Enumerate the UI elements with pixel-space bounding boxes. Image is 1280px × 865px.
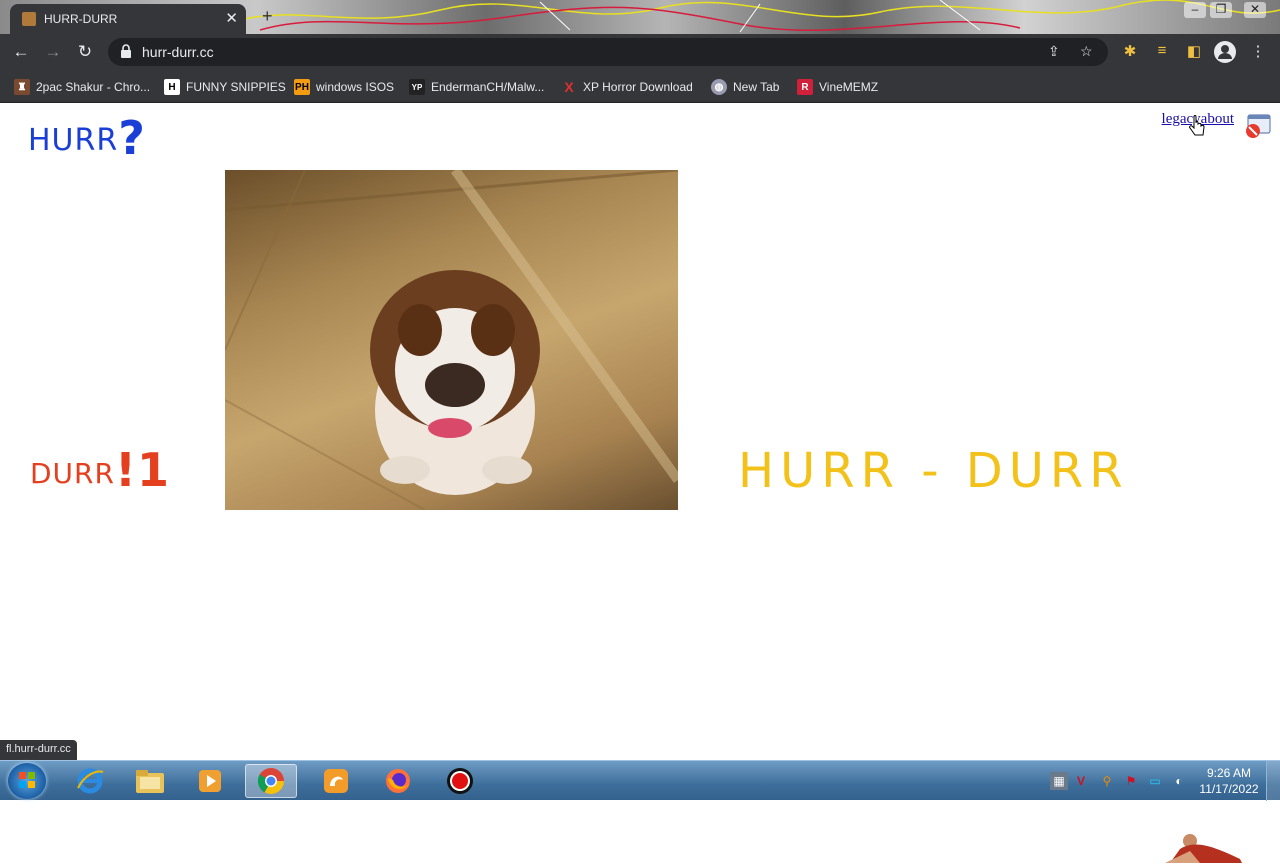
- bookmark-new-tab[interactable]: ◍ New Tab: [711, 77, 779, 97]
- 2pac-favicon-icon: ♜: [14, 79, 30, 95]
- windows-logo-icon: [19, 772, 35, 788]
- extensions-icon[interactable]: ✱: [1120, 42, 1140, 60]
- taskbar-chrome[interactable]: [245, 764, 297, 798]
- bookmark-funny-snippies[interactable]: H FUNNY SNIPPIES: [164, 77, 286, 97]
- back-icon[interactable]: ←: [10, 41, 32, 63]
- menu-dots-icon[interactable]: ⋮: [1248, 42, 1268, 60]
- start-button[interactable]: [8, 763, 46, 799]
- address-bar[interactable]: hurr-durr.cc ⇪ ☆: [108, 38, 1108, 66]
- hand-cursor-icon: [1189, 115, 1205, 136]
- durr-text: DURR: [30, 457, 115, 490]
- tab-favicon: [22, 12, 36, 26]
- share-icon[interactable]: ⇪: [1048, 43, 1060, 60]
- firefox-icon: [386, 769, 410, 793]
- taskbar-file-explorer[interactable]: [124, 764, 176, 798]
- title-bar: HURR-DURR ✕ + – ❐ ✕: [0, 0, 1280, 34]
- tab-close-icon[interactable]: ✕: [225, 9, 238, 27]
- ph-favicon-icon: PH: [294, 79, 310, 95]
- new-tab-icon[interactable]: +: [262, 6, 273, 27]
- minimize-icon[interactable]: –: [1184, 2, 1206, 18]
- bookmark-star-icon[interactable]: ☆: [1080, 43, 1093, 60]
- bookmark-label: FUNNY SNIPPIES: [186, 80, 286, 94]
- bookmark-label: EndermanCH/Malw...: [431, 80, 545, 94]
- profile-avatar-icon[interactable]: [1214, 41, 1236, 63]
- forward-icon[interactable]: →: [42, 41, 64, 63]
- tray-antivirus-icon[interactable]: V: [1072, 772, 1090, 790]
- restore-icon[interactable]: ❐: [1210, 2, 1232, 18]
- bookmark-2pac[interactable]: ♜ 2pac Shakur - Chro...: [14, 77, 150, 97]
- hurr-heading: HURR?: [28, 111, 146, 165]
- x-favicon-icon: X: [564, 79, 574, 95]
- reload-icon[interactable]: ↻: [74, 41, 96, 63]
- tray-search-icon[interactable]: ⚲: [1098, 772, 1116, 790]
- chrome-icon: [257, 768, 285, 795]
- url-text[interactable]: hurr-durr.cc: [142, 44, 214, 60]
- taskbar-uc-browser[interactable]: [310, 764, 362, 798]
- yp-favicon-icon: YP: [409, 79, 425, 95]
- bookmark-endermanch[interactable]: YP EndermanCH/Malw...: [409, 77, 544, 97]
- hurr-question-mark: ?: [118, 111, 146, 165]
- bookmarks-bar: ♜ 2pac Shakur - Chro... H FUNNY SNIPPIES…: [0, 70, 1280, 103]
- uc-browser-icon: [324, 769, 348, 793]
- file-explorer-icon: [136, 770, 164, 793]
- tray-display-icon[interactable]: ▭: [1146, 772, 1164, 790]
- tray-network-icon[interactable]: ▦: [1050, 772, 1068, 790]
- page-content: HURR? legacyabout DURR!1 HURR - DURR: [0, 103, 1280, 863]
- bulldog-image: [225, 170, 678, 510]
- browser-tab[interactable]: HURR-DURR ✕: [10, 4, 246, 34]
- durr-exclamation: !1: [114, 443, 170, 497]
- taskbar-firefox[interactable]: [372, 764, 424, 798]
- show-desktop-button[interactable]: [1266, 761, 1280, 801]
- browser-toolbar: ← → ↻ hurr-durr.cc ⇪ ☆ ✱ ≡ ◧ ⋮: [0, 34, 1280, 70]
- media-control-icon[interactable]: ≡: [1152, 42, 1172, 59]
- r-favicon-icon: R: [797, 79, 813, 95]
- clock-date: 11/17/2022: [1199, 782, 1259, 796]
- status-url: fl.hurr-durr.cc: [0, 740, 77, 760]
- bookmark-label: New Tab: [733, 80, 780, 94]
- tray-volume-icon[interactable]: ◐: [1170, 772, 1188, 790]
- bookmark-label: windows ISOS: [316, 80, 395, 94]
- globe-favicon-icon: ◍: [711, 79, 727, 95]
- side-panel-icon[interactable]: ◧: [1184, 42, 1204, 60]
- close-window-icon[interactable]: ✕: [1244, 2, 1266, 18]
- media-player-icon: [199, 770, 221, 792]
- bookmark-label: VineMEMZ: [819, 80, 879, 94]
- taskbar-media-player[interactable]: [184, 764, 236, 798]
- bookmark-label: XP Horror Download: [583, 80, 693, 94]
- durr-heading: DURR!1: [30, 443, 170, 497]
- theme-background: [240, 0, 1280, 33]
- system-clock[interactable]: 9:26 AM 11/17/2022: [1196, 765, 1262, 797]
- crawling-figure-gif: [1165, 834, 1242, 863]
- lock-icon[interactable]: [120, 44, 132, 58]
- taskbar-recorder[interactable]: [434, 764, 486, 798]
- tray-flag-icon[interactable]: ⚑: [1122, 772, 1140, 790]
- popup-blocked-icon[interactable]: [1244, 113, 1272, 139]
- bulldog-photo: [225, 170, 678, 510]
- internet-explorer-icon: [77, 768, 104, 794]
- taskbar-internet-explorer[interactable]: [64, 764, 116, 798]
- h-favicon-icon: H: [164, 79, 180, 95]
- bookmark-vinememz[interactable]: R VineMEMZ: [797, 77, 878, 97]
- tab-title: HURR-DURR: [44, 12, 118, 26]
- record-icon: [447, 768, 473, 794]
- bookmark-xp-horror[interactable]: X XP Horror Download: [561, 77, 693, 97]
- clock-time: 9:26 AM: [1206, 766, 1252, 780]
- hurr-durr-title: HURR - DURR: [738, 443, 1129, 499]
- bookmark-label: 2pac Shakur - Chro...: [36, 80, 151, 94]
- bookmark-windows-isos[interactable]: PH windows ISOS: [294, 77, 394, 97]
- hurr-text: HURR: [28, 123, 119, 158]
- taskbar: ▦ V ⚲ ⚑ ▭ ◐ 9:26 AM 11/17/2022: [0, 760, 1280, 801]
